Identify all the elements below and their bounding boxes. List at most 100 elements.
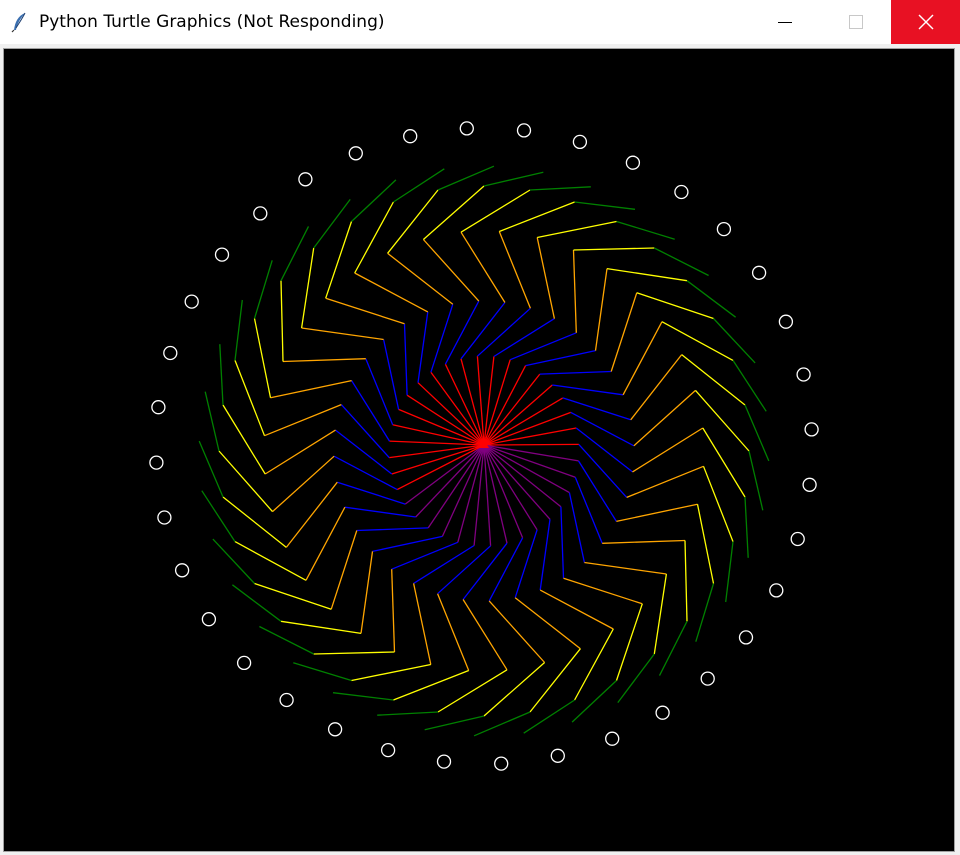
outer-dot [151,400,166,415]
mid-line [509,332,577,361]
outer-line [572,249,577,333]
rim-line [259,625,314,655]
rim-line [529,186,591,191]
rim-line [681,354,746,406]
rim-line [523,699,575,734]
outer-line [563,577,643,605]
rim-line [300,247,315,329]
outer-dot [605,731,620,746]
mid-line [430,304,454,373]
outer-dot [184,294,199,309]
rim-line [713,318,756,364]
outer-line [626,465,704,499]
outer-line [330,530,358,610]
rim-line [280,620,362,635]
outer-dot [790,531,805,547]
rim-line [437,165,495,191]
mid-line [351,380,391,442]
rim-line [606,267,688,282]
outer-line [272,455,335,513]
mid-line [340,404,390,459]
mid-line [372,535,443,553]
rim-line [393,669,469,701]
outer-line [305,506,346,581]
rim-line [537,220,617,239]
mid-line [476,307,531,357]
maximize-button[interactable] [822,0,889,44]
outer-dot [716,221,732,237]
outer-dot [403,129,418,144]
outer-dot [572,134,588,150]
mid-line [403,323,408,396]
outer-dot [163,345,178,361]
mid-line [574,476,603,544]
close-icon [918,14,933,30]
rim-line [725,541,734,603]
outer-dot [279,692,294,708]
rim-line [280,280,284,362]
rim-line [684,540,688,622]
rim-line [702,466,734,542]
outer-line [584,561,667,575]
outer-line [422,239,480,302]
spoke-line [396,444,485,491]
spoke-line [483,444,562,508]
rim-line [529,648,581,713]
mid-line [525,349,596,367]
rim-line [234,299,243,361]
mid-line [337,481,406,505]
spoke-line [417,382,485,446]
close-button[interactable] [891,0,960,44]
rim-line [616,220,675,240]
mid-line [356,527,429,532]
rim-line [695,389,750,452]
outer-line [594,268,608,351]
outer-line [460,231,506,303]
outer-line [498,231,532,309]
feather-icon [11,12,26,33]
turtle-drawing [149,121,819,771]
mid-line [560,506,565,579]
outer-line [270,379,352,399]
rim-line [351,179,397,222]
outer-dot [327,722,343,737]
rim-line [483,662,546,717]
rim-line [615,603,643,681]
outer-line [632,427,704,473]
mid-line [552,384,624,396]
rim-line [313,651,395,655]
mid-line [382,339,400,410]
outer-line [536,237,556,319]
outer-dot [236,655,252,671]
rim-line [293,662,352,682]
rim-line [351,663,431,682]
title-bar[interactable]: Python Turtle Graphics (Not Responding) [0,0,960,44]
outer-line [488,600,546,663]
rim-line [234,360,266,436]
rim-line [636,292,714,320]
outer-dot [738,630,754,645]
mid-line [417,311,429,383]
rim-line [332,692,394,701]
outer-dot [751,265,767,280]
outer-line [539,589,614,630]
rim-line [695,583,715,642]
rim-line [573,247,655,251]
maximize-icon [848,15,863,29]
outer-line [412,583,432,665]
spoke-line [427,444,485,529]
window-client-area [0,44,960,855]
outer-dot [214,247,230,262]
mid-line [391,541,459,570]
rim-line [219,344,224,406]
outer-dot [380,742,396,758]
outer-line [622,321,663,396]
minimize-button[interactable] [751,0,818,44]
outer-dot [298,172,313,187]
outer-dot [674,184,689,200]
turtle-canvas[interactable] [3,48,955,852]
outer-dot [769,583,784,598]
mid-line [493,318,555,358]
mid-line [539,370,612,375]
rim-line [744,496,749,558]
